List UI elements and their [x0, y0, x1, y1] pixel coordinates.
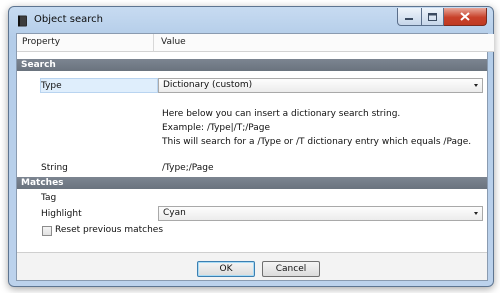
object-search-window: Object search Property Value Search Type… [8, 6, 494, 287]
maximize-button[interactable] [422, 8, 444, 26]
column-header-property[interactable]: Property [17, 34, 154, 52]
reset-matches-label[interactable]: Reset previous matches [55, 225, 163, 235]
cancel-button[interactable]: Cancel [262, 261, 320, 277]
highlight-dropdown[interactable]: Cyan [158, 206, 483, 221]
minimize-button[interactable] [397, 8, 422, 26]
type-label[interactable]: Type [41, 81, 62, 91]
highlight-label[interactable]: Highlight [41, 209, 82, 219]
highlight-value: Cyan [163, 208, 186, 218]
chevron-down-icon [474, 212, 478, 215]
type-value: Dictionary (custom) [163, 80, 253, 90]
ok-button[interactable]: OK [197, 261, 255, 277]
window-title: Object search [34, 14, 103, 25]
maximize-icon [428, 12, 437, 21]
category-search[interactable]: Search [17, 59, 487, 71]
reset-matches-checkbox[interactable] [42, 226, 52, 236]
title-bar[interactable]: Object search [9, 7, 493, 33]
close-icon [460, 12, 470, 21]
property-grid: Property Value Search Type Dictionary (c… [17, 34, 494, 253]
column-header-value[interactable]: Value [154, 34, 494, 52]
help-text-line-1: Here below you can insert a dictionary s… [162, 109, 401, 119]
type-dropdown[interactable]: Dictionary (custom) [158, 78, 483, 93]
close-button[interactable] [444, 8, 487, 26]
minimize-icon [405, 17, 413, 20]
help-text-line-2: Example: /Type|/T;/Page [162, 123, 271, 133]
tag-label[interactable]: Tag [41, 193, 56, 203]
string-value-field[interactable]: /Type;/Page [162, 163, 214, 173]
category-matches[interactable]: Matches [17, 177, 487, 189]
book-icon [18, 15, 27, 27]
string-label[interactable]: String [41, 163, 68, 173]
chevron-down-icon [474, 84, 478, 87]
help-text-line-3: This will search for a /Type or /T dicti… [162, 137, 472, 147]
caption-buttons [397, 8, 487, 26]
dialog-client-area: Property Value Search Type Dictionary (c… [16, 33, 494, 281]
